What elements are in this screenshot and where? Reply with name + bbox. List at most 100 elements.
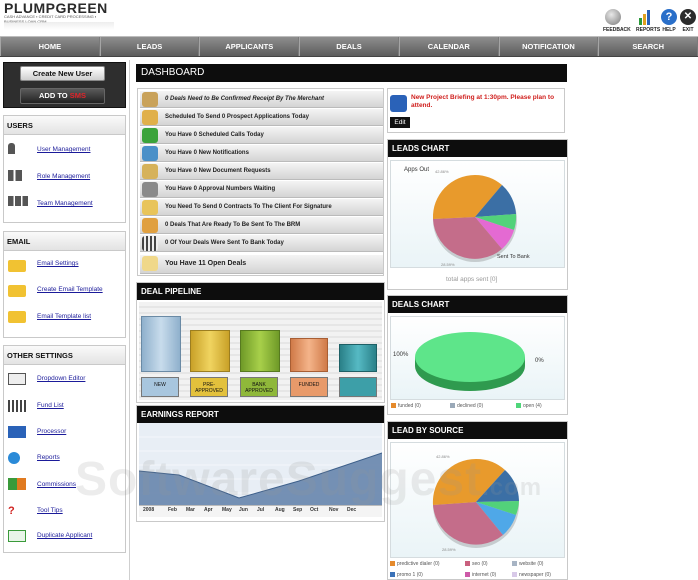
duplicate-icon — [8, 530, 26, 542]
deals-legend-funded: funded (0) — [391, 403, 421, 409]
month-label: Dec — [347, 507, 357, 513]
deals-pct-right: 0% — [535, 358, 544, 364]
source-legend-item: seo (0) — [465, 561, 488, 567]
notification-row[interactable]: You Need To Send 0 Contracts To The Clie… — [140, 199, 383, 216]
month-label: Oct — [310, 507, 319, 513]
month-label: 2008 — [143, 507, 155, 513]
notification-row[interactable]: 0 Deals Need to Be Confirmed Receipt By … — [140, 91, 383, 108]
sidebar-item-email-settings[interactable]: Email Settings — [37, 260, 79, 267]
bank-icon — [8, 400, 26, 412]
sidebar-item-team-management[interactable]: Team Management — [37, 200, 93, 207]
source-legend-item: internet (0) — [465, 572, 496, 578]
stage-label-pre-approved: PRE-APPROVED — [190, 377, 228, 397]
help-icon: ? — [661, 9, 677, 25]
sidebar-item-fund-list[interactable]: Fund List — [37, 402, 64, 409]
deals-pct-left: 100% — [393, 352, 409, 358]
notification-row[interactable]: You Have 11 Open Deals — [140, 255, 383, 274]
help-button[interactable]: ? HELP — [659, 9, 679, 33]
notification-row[interactable]: You Have 0 Approval Numbers Waiting — [140, 181, 383, 198]
pipeline-bar-other — [339, 344, 377, 372]
notification-row[interactable]: You Have 0 New Notifications — [140, 145, 383, 162]
stage-label-funded: FUNDED — [290, 377, 328, 397]
leads-pct-bottom: 28.59% — [441, 262, 455, 267]
sidebar-item-dropdown-editor[interactable]: Dropdown Editor — [37, 375, 85, 382]
deals-legend-declined: declined (0) — [450, 403, 483, 409]
email-list-icon — [8, 311, 26, 323]
nav-home[interactable]: HOME — [0, 37, 100, 56]
rss-icon — [390, 95, 407, 112]
sidebar-item-duplicate-applicant[interactable]: Duplicate Applicant — [37, 532, 92, 539]
sidebar-item-tool-tips[interactable]: Tool Tips — [37, 507, 63, 514]
month-label: Jun — [239, 507, 248, 513]
notification-row[interactable]: 0 Deals That Are Ready To Be Sent To The… — [140, 217, 383, 234]
phone-icon — [142, 128, 158, 143]
folder-icon — [142, 92, 158, 107]
team-icon — [8, 196, 28, 208]
sidebar-item-processor[interactable]: Processor — [37, 428, 66, 435]
month-label: Jul — [257, 507, 265, 513]
pipeline-bar-bank-approved — [240, 330, 280, 372]
nav-notification[interactable]: NOTIFICATION — [498, 37, 599, 56]
main-nav: HOME LEADS APPLICANTS DEALS CALENDAR NOT… — [0, 36, 698, 57]
email-settings-icon — [8, 260, 26, 272]
email-section: EMAIL Email Settings Create Email Templa… — [3, 231, 126, 338]
bell-icon — [142, 146, 158, 161]
other-settings-section: OTHER SETTINGS Dropdown Editor Fund List… — [3, 345, 126, 553]
create-new-user-button[interactable]: Create New User — [20, 66, 105, 81]
pipeline-bar-funded — [290, 338, 328, 372]
contract-icon — [142, 200, 158, 215]
deals-pie-chart — [415, 332, 525, 391]
watermark: SoftwareSuggest.com — [75, 453, 543, 506]
commissions-icon — [8, 478, 26, 490]
deal-pipeline-title: DEAL PIPELINE — [137, 283, 384, 300]
month-label: Aug — [275, 507, 285, 513]
reports-button[interactable]: REPORTS — [636, 9, 660, 33]
nav-search[interactable]: SEARCH — [598, 37, 698, 56]
bank-icon — [142, 236, 158, 251]
leads-pie-chart — [432, 174, 517, 262]
month-label: Mar — [186, 507, 195, 513]
tooltip-icon: ? — [8, 505, 15, 517]
deals-legend-open: open (4) — [516, 403, 542, 409]
stage-label-other — [339, 377, 377, 397]
leads-total: total apps sent [0] — [446, 276, 498, 283]
month-label: May — [222, 507, 232, 513]
reports-icon — [638, 9, 654, 25]
document-icon — [142, 164, 158, 179]
notification-row[interactable]: You Have 0 Scheduled Calls Today — [140, 127, 383, 144]
edit-briefing-button[interactable]: Edit — [390, 117, 410, 128]
feedback-button[interactable]: FEEDBACK — [603, 9, 631, 33]
sidebar-item-reports[interactable]: Reports — [37, 454, 60, 461]
earnings-report-title: EARNINGS REPORT — [137, 406, 384, 423]
sidebar-item-commissions[interactable]: Commissions — [37, 481, 76, 488]
sidebar-item-role-management[interactable]: Role Management — [37, 173, 90, 180]
notification-row[interactable]: Scheduled To Send 0 Prospect Application… — [140, 109, 383, 126]
month-label: Feb — [168, 507, 177, 513]
notification-row[interactable]: 0 Of Your Deals Were Sent To Bank Today — [140, 235, 383, 252]
exit-button[interactable]: ✕ EXIT — [678, 9, 698, 33]
source-legend-item: newspaper (0) — [512, 572, 551, 578]
nav-applicants[interactable]: APPLICANTS — [199, 37, 300, 56]
add-to-sms-button[interactable]: ADD TO SMS — [20, 88, 105, 104]
stage-label-bank-approved: BANK APPROVED — [240, 377, 278, 397]
source-legend-item: website (0) — [512, 561, 543, 567]
users-section: USERS User Management Role Management Te… — [3, 115, 126, 223]
month-label: Apr — [204, 507, 213, 513]
source-legend-item: promo 1 (0) — [390, 572, 423, 578]
dashboard-title: DASHBOARD — [136, 64, 567, 82]
role-icon — [8, 170, 26, 182]
stage-label-new: NEW — [141, 377, 179, 397]
globe-icon — [8, 452, 20, 464]
notification-row[interactable]: You Have 0 New Document Requests — [140, 163, 383, 180]
sidebar-item-user-management[interactable]: User Management — [37, 146, 90, 153]
sidebar-item-create-email-template[interactable]: Create Email Template — [37, 286, 103, 293]
nav-calendar[interactable]: CALENDAR — [398, 37, 499, 56]
nav-leads[interactable]: LEADS — [99, 37, 200, 56]
leads-pct-top: 42.86% — [435, 169, 449, 174]
leads-chart-title: LEADS CHART — [388, 140, 567, 157]
lead-source-title: LEAD BY SOURCE — [388, 422, 567, 439]
nav-deals[interactable]: DEALS — [299, 37, 399, 56]
sidebar-item-email-template-list[interactable]: Email Template list — [37, 313, 91, 320]
pipeline-bar-new — [141, 316, 181, 372]
month-label: Nov — [329, 507, 339, 513]
